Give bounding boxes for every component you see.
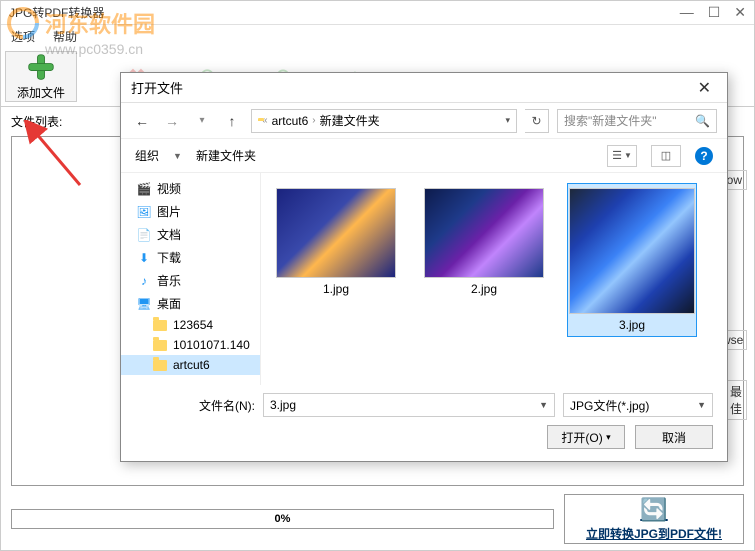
main-menubar: 选项 帮助 bbox=[1, 25, 754, 47]
tree-documents[interactable]: 📄文档 bbox=[121, 223, 260, 246]
chevron-right-icon: › bbox=[312, 115, 315, 126]
preview-pane-button[interactable]: ◫ bbox=[651, 145, 681, 167]
documents-icon: 📄 bbox=[137, 228, 151, 242]
convert-icon: 🔄 bbox=[640, 497, 667, 523]
filename-label: 文件名(N): bbox=[135, 397, 255, 414]
convert-button[interactable]: 🔄 立即转换JPG到PDF文件! bbox=[564, 494, 744, 544]
tree-music[interactable]: ♪音乐 bbox=[121, 269, 260, 292]
menu-options[interactable]: 选项 bbox=[11, 28, 35, 45]
minimize-icon[interactable]: — bbox=[680, 4, 694, 21]
refresh-icon[interactable]: ↻ bbox=[525, 109, 549, 133]
nav-up-icon[interactable]: ↑ bbox=[221, 110, 243, 132]
cancel-button[interactable]: 取消 bbox=[635, 425, 713, 449]
add-file-button[interactable]: 添加文件 bbox=[5, 51, 77, 102]
filetype-value: JPG文件(*.jpg) bbox=[570, 397, 649, 414]
tree-pictures[interactable]: 🖼图片 bbox=[121, 200, 260, 223]
dialog-navbar: ← → ▾ ↑ « artcut6 › 新建文件夹 ▾ ↻ 搜索"新建文件夹" … bbox=[121, 103, 727, 139]
filename-input[interactable]: 3.jpg ▼ bbox=[263, 393, 555, 417]
dialog-close-icon[interactable]: ✕ bbox=[692, 78, 717, 98]
progress-bar: 0% bbox=[11, 509, 554, 529]
file-open-dialog: 打开文件 ✕ ← → ▾ ↑ « artcut6 › 新建文件夹 ▾ ↻ 搜索"… bbox=[120, 72, 728, 462]
search-placeholder: 搜索"新建文件夹" bbox=[564, 112, 657, 129]
search-icon: 🔍 bbox=[695, 114, 710, 128]
new-folder-button[interactable]: 新建文件夹 bbox=[196, 147, 256, 164]
dropdown-icon[interactable]: ▼ bbox=[539, 400, 548, 410]
file-thumb-3[interactable]: 3.jpg bbox=[567, 183, 697, 337]
dialog-title: 打开文件 bbox=[131, 78, 183, 97]
filename-value: 3.jpg bbox=[270, 398, 296, 412]
dialog-footer: 文件名(N): 3.jpg ▼ JPG文件(*.jpg) ▼ 打开(O) ▾ 取… bbox=[121, 385, 727, 461]
close-icon[interactable]: ✕ bbox=[734, 4, 746, 21]
annotation-arrow bbox=[20, 120, 90, 190]
dropdown-icon: ▼ bbox=[173, 151, 182, 161]
progress-text: 0% bbox=[275, 513, 291, 525]
search-input[interactable]: 搜索"新建文件夹" 🔍 bbox=[557, 109, 717, 133]
maximize-icon[interactable]: ☐ bbox=[708, 4, 721, 21]
main-titlebar: JPG转PDF转换器 — ☐ ✕ bbox=[1, 1, 754, 25]
file-thumb-2[interactable]: 2.jpg bbox=[419, 183, 549, 301]
breadcrumb[interactable]: « artcut6 › 新建文件夹 ▾ bbox=[251, 109, 517, 133]
file-name: 1.jpg bbox=[323, 282, 349, 296]
folder-tree: 🎬视频 🖼图片 📄文档 ⬇下载 ♪音乐 🖥桌面 123654 10101071.… bbox=[121, 173, 261, 385]
tree-downloads[interactable]: ⬇下载 bbox=[121, 246, 260, 269]
thumbnail-image bbox=[276, 188, 396, 278]
file-name: 3.jpg bbox=[619, 318, 645, 332]
convert-label: 立即转换JPG到PDF文件! bbox=[586, 525, 722, 542]
help-icon[interactable]: ? bbox=[695, 147, 713, 165]
pictures-icon: 🖼 bbox=[137, 205, 151, 219]
folder-icon bbox=[153, 360, 167, 371]
open-button[interactable]: 打开(O) ▾ bbox=[547, 425, 625, 449]
dropdown-icon[interactable]: ▼ bbox=[697, 400, 706, 410]
filetype-select[interactable]: JPG文件(*.jpg) ▼ bbox=[563, 393, 713, 417]
thumbnail-image bbox=[569, 188, 695, 314]
tree-folder-10101071[interactable]: 10101071.140 bbox=[121, 335, 260, 355]
nav-dropdown-icon[interactable]: ▾ bbox=[191, 110, 213, 132]
tree-folder-artcut6[interactable]: artcut6 bbox=[121, 355, 260, 375]
file-name: 2.jpg bbox=[471, 282, 497, 296]
tree-folder-123654[interactable]: 123654 bbox=[121, 315, 260, 335]
nav-forward-icon[interactable]: → bbox=[161, 110, 183, 132]
organize-menu[interactable]: 组织 bbox=[135, 147, 159, 164]
folder-icon bbox=[153, 340, 167, 351]
file-thumb-1[interactable]: 1.jpg bbox=[271, 183, 401, 301]
nav-back-icon[interactable]: ← bbox=[131, 110, 153, 132]
view-mode-button[interactable]: ☰▼ bbox=[607, 145, 637, 167]
file-content-area: 1.jpg 2.jpg 3.jpg bbox=[261, 173, 727, 385]
menu-help[interactable]: 帮助 bbox=[53, 28, 77, 45]
downloads-icon: ⬇ bbox=[137, 251, 151, 265]
dialog-titlebar: 打开文件 ✕ bbox=[121, 73, 727, 103]
music-icon: ♪ bbox=[137, 274, 151, 288]
bc-seg-artcut6[interactable]: artcut6 bbox=[272, 114, 309, 128]
plus-icon bbox=[25, 52, 57, 82]
dialog-toolbar: 组织 ▼ 新建文件夹 ☰▼ ◫ ? bbox=[121, 139, 727, 173]
thumbnail-image bbox=[424, 188, 544, 278]
video-icon: 🎬 bbox=[137, 182, 151, 196]
bc-seg-newfolder[interactable]: 新建文件夹 bbox=[320, 112, 380, 129]
tree-videos[interactable]: 🎬视频 bbox=[121, 177, 260, 200]
add-file-label: 添加文件 bbox=[17, 84, 65, 101]
main-title: JPG转PDF转换器 bbox=[9, 4, 104, 21]
bc-dropdown-icon[interactable]: ▾ bbox=[505, 115, 510, 126]
bc-chevron: « bbox=[262, 115, 268, 126]
desktop-icon: 🖥 bbox=[137, 297, 151, 311]
tree-desktop[interactable]: 🖥桌面 bbox=[121, 292, 260, 315]
folder-icon bbox=[153, 320, 167, 331]
